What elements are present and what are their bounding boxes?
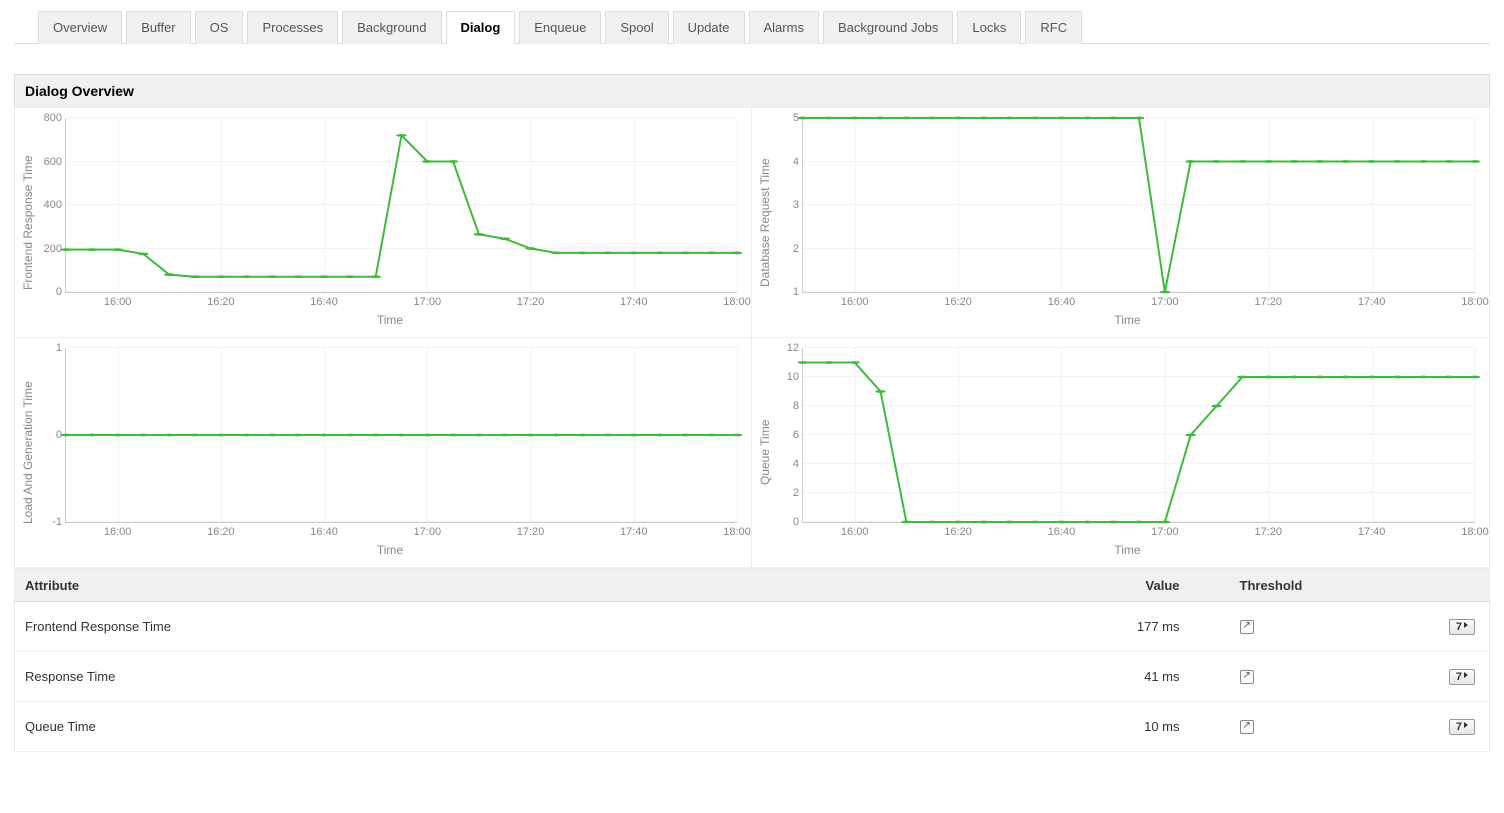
tab-os[interactable]: OS — [195, 11, 244, 44]
chevron-right-icon — [1464, 622, 1468, 628]
threshold-cell — [1220, 602, 1420, 652]
tab-locks[interactable]: Locks — [957, 11, 1021, 44]
tab-alarms[interactable]: Alarms — [749, 11, 819, 44]
chart-xlabel: Time — [774, 543, 1481, 557]
tab-buffer[interactable]: Buffer — [126, 11, 190, 44]
attr-name: Queue Time — [15, 702, 1080, 752]
table-row: Queue Time10 ms 7 — [15, 702, 1490, 752]
tab-enqueue[interactable]: Enqueue — [519, 11, 601, 44]
tab-background[interactable]: Background — [342, 11, 441, 44]
plot-area[interactable]: 02468101216:0016:2016:4017:0017:2017:401… — [802, 348, 1475, 523]
threshold-cell — [1220, 702, 1420, 752]
tab-processes[interactable]: Processes — [247, 11, 338, 44]
charts-grid: Frontend Response Time 020040060080016:00… — [14, 107, 1490, 569]
tab-rfc[interactable]: RFC — [1025, 11, 1082, 44]
tab-dialog[interactable]: Dialog — [446, 11, 516, 44]
chart-xlabel: Time — [37, 543, 743, 557]
threshold-config-icon[interactable] — [1240, 720, 1254, 734]
chart-ylabel: Load And Generation Time — [19, 342, 37, 563]
chart-0: Frontend Response Time 020040060080016:00… — [15, 108, 752, 338]
history-button[interactable]: 7 — [1449, 669, 1475, 685]
chart-1: Database Request Time 1234516:0016:2016:4… — [752, 108, 1489, 338]
threshold-cell — [1220, 652, 1420, 702]
col-value[interactable]: Value — [1080, 570, 1220, 602]
threshold-config-icon[interactable] — [1240, 670, 1254, 684]
attribute-table: Attribute Value Threshold Frontend Respo… — [14, 569, 1490, 752]
col-threshold[interactable]: Threshold — [1220, 570, 1420, 602]
col-actions — [1420, 570, 1490, 602]
history-button[interactable]: 7 — [1449, 719, 1475, 735]
chevron-right-icon — [1464, 722, 1468, 728]
chart-xlabel: Time — [774, 313, 1481, 327]
chart-ylabel: Frontend Response Time — [19, 112, 37, 333]
chart-xlabel: Time — [37, 313, 743, 327]
panel-title: Dialog Overview — [14, 74, 1490, 107]
attr-value: 41 ms — [1080, 652, 1220, 702]
attr-name: Response Time — [15, 652, 1080, 702]
tab-update[interactable]: Update — [673, 11, 745, 44]
tab-bar: OverviewBufferOSProcessesBackgroundDialo… — [14, 10, 1490, 44]
col-attribute[interactable]: Attribute — [15, 570, 1080, 602]
table-row: Response Time41 ms 7 — [15, 652, 1490, 702]
tab-overview[interactable]: Overview — [38, 11, 122, 44]
threshold-config-icon[interactable] — [1240, 620, 1254, 634]
plot-area[interactable]: -10116:0016:2016:4017:0017:2017:4018:00 — [65, 348, 737, 523]
chevron-right-icon — [1464, 672, 1468, 678]
chart-2: Load And Generation Time -10116:0016:2016… — [15, 338, 752, 568]
chart-ylabel: Queue Time — [756, 342, 774, 563]
plot-area[interactable]: 020040060080016:0016:2016:4017:0017:2017… — [65, 118, 737, 293]
history-button[interactable]: 7 — [1449, 619, 1475, 635]
tab-spool[interactable]: Spool — [605, 11, 668, 44]
attr-name: Frontend Response Time — [15, 602, 1080, 652]
attr-value: 10 ms — [1080, 702, 1220, 752]
table-row: Frontend Response Time177 ms 7 — [15, 602, 1490, 652]
chart-3: Queue Time 02468101216:0016:2016:4017:001… — [752, 338, 1489, 568]
attr-value: 177 ms — [1080, 602, 1220, 652]
tab-background-jobs[interactable]: Background Jobs — [823, 11, 953, 44]
chart-ylabel: Database Request Time — [756, 112, 774, 333]
plot-area[interactable]: 1234516:0016:2016:4017:0017:2017:4018:00 — [802, 118, 1475, 293]
